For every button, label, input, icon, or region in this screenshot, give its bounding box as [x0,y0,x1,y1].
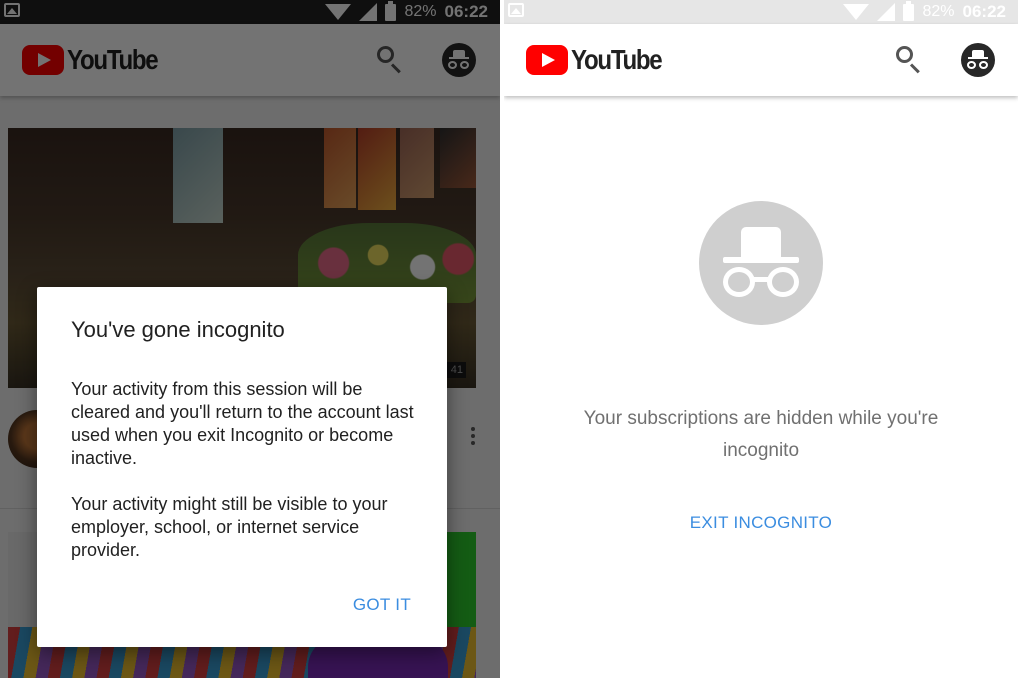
right-screen: 82% 06:22 YouTube Your subscriptions are… [504,0,1018,678]
logo-text: YouTube [571,44,663,75]
battery-percent: 82% [922,3,955,20]
search-button[interactable] [894,44,924,74]
battery-icon [903,0,915,21]
incognito-account-button[interactable] [961,43,995,77]
exit-incognito-button[interactable]: EXIT INCOGNITO [690,513,832,532]
dialog-title: You've gone incognito [71,317,285,342]
dialog-body-activity: Your activity from this session will be … [71,379,414,468]
incognito-brim [723,257,799,263]
signal-icon [877,3,896,21]
exit-incognito-row: EXIT INCOGNITO [504,513,1018,533]
app-bar: YouTube [504,24,1018,96]
gallery-notification-icon [508,3,524,17]
incognito-dialog: You've gone incognito Your activity from… [37,287,447,647]
incognito-glasses-left [723,267,755,297]
got-it-button[interactable]: GOT IT [353,595,411,615]
youtube-logo[interactable]: YouTube [526,44,676,76]
incognito-icon-eye-left [967,61,976,69]
incognito-glasses-bridge [751,277,771,282]
status-bar: 82% 06:22 [504,0,1018,24]
incognito-icon-eye-right [979,61,988,69]
youtube-play-icon [526,45,568,75]
incognito-icon-brim [968,57,988,59]
dialog-body-visibility: Your activity might still be visible to … [71,494,388,560]
clock: 06:22 [962,2,1006,21]
incognito-hat [741,227,781,257]
search-icon [896,46,913,63]
incognito-glasses-right [767,267,799,297]
subscriptions-hidden-message: Your subscriptions are hidden while you'… [583,408,939,461]
search-icon-handle [909,63,920,74]
incognito-avatar-icon [699,201,823,325]
status-indicators: 82% 06:22 [843,0,1006,24]
left-screen: 82% 06:22 YouTube 41 [0,0,500,678]
wifi-icon [843,4,870,20]
